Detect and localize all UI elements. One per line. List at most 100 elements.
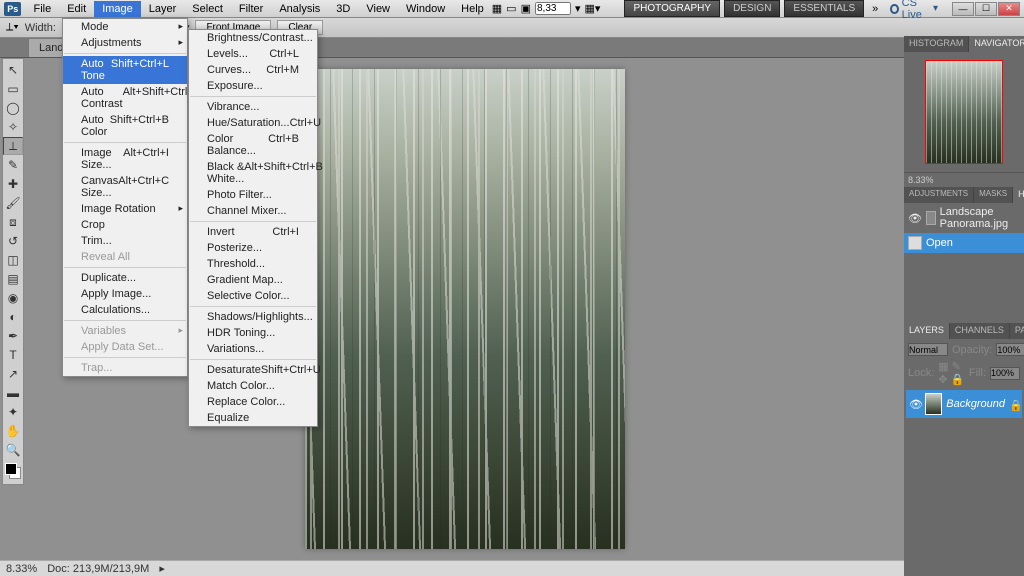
menu-edit[interactable]: Edit	[59, 1, 94, 17]
fill-input[interactable]	[990, 367, 1020, 380]
menuitem-exposure[interactable]: Exposure...	[189, 78, 317, 94]
minimize-button[interactable]: —	[952, 2, 974, 16]
menuitem-invert[interactable]: InvertCtrl+I	[189, 224, 317, 240]
menuitem-shadows-highlights[interactable]: Shadows/Highlights...	[189, 309, 317, 325]
path-tool-icon[interactable]: ↗	[3, 365, 23, 383]
lock-icons[interactable]: ▦ ✎ ✥ 🔒	[938, 360, 965, 386]
menu-view[interactable]: View	[358, 1, 398, 17]
tab-paths[interactable]: PATHS	[1010, 323, 1024, 339]
menuitem-hue-saturation[interactable]: Hue/Saturation...Ctrl+U	[189, 115, 317, 131]
marquee-tool-icon[interactable]: ▭	[3, 80, 23, 98]
gradient-tool-icon[interactable]: ▤	[3, 270, 23, 288]
menuitem-black-white[interactable]: Black & White...Alt+Shift+Ctrl+B	[189, 159, 317, 187]
history-step[interactable]: Open	[904, 233, 1024, 253]
history-brush-tool-icon[interactable]: ↺	[3, 232, 23, 250]
toolbar-icon[interactable]: ▭	[506, 2, 516, 15]
move-tool-icon[interactable]: ↖	[3, 61, 23, 79]
eye-icon[interactable]: 👁	[908, 212, 922, 225]
menuitem-crop[interactable]: Crop	[63, 217, 187, 233]
menu-file[interactable]: File	[25, 1, 59, 17]
menuitem-color-balance[interactable]: Color Balance...Ctrl+B	[189, 131, 317, 159]
cslive-button[interactable]: CS Live ▾	[886, 0, 942, 21]
toolbar-icon[interactable]: ▣	[521, 2, 531, 15]
stamp-tool-icon[interactable]: ⧈	[3, 213, 23, 231]
magic-wand-tool-icon[interactable]: ✧	[3, 118, 23, 136]
menu-filter[interactable]: Filter	[231, 1, 271, 17]
navigator-preview[interactable]	[904, 52, 1024, 172]
workspace-photography[interactable]: PHOTOGRAPHY	[624, 0, 720, 17]
shape-tool-icon[interactable]: ▬	[3, 384, 23, 402]
tab-layers[interactable]: LAYERS	[904, 323, 950, 339]
opacity-input[interactable]	[996, 343, 1024, 356]
hand-tool-icon[interactable]: ✋	[3, 422, 23, 440]
menuitem-levels[interactable]: Levels...Ctrl+L	[189, 46, 317, 62]
menuitem-auto-contrast[interactable]: Auto ContrastAlt+Shift+Ctrl+L	[63, 84, 187, 112]
menuitem-threshold[interactable]: Threshold...	[189, 256, 317, 272]
tab-history[interactable]: HISTORY	[1013, 187, 1024, 203]
eraser-tool-icon[interactable]: ◫	[3, 251, 23, 269]
dodge-tool-icon[interactable]: ◐	[3, 308, 23, 326]
tab-navigator[interactable]: NAVIGATOR	[969, 36, 1024, 52]
menuitem-auto-color[interactable]: Auto ColorShift+Ctrl+B	[63, 112, 187, 140]
menuitem-gradient-map[interactable]: Gradient Map...	[189, 272, 317, 288]
toolbar-icon[interactable]: ▦▾	[585, 2, 601, 15]
3d-tool-icon[interactable]: ✦	[3, 403, 23, 421]
menuitem-match-color[interactable]: Match Color...	[189, 378, 317, 394]
tab-masks[interactable]: MASKS	[974, 187, 1013, 203]
menuitem-variations[interactable]: Variations...	[189, 341, 317, 357]
toolbar-icon[interactable]: ▦	[492, 2, 502, 15]
menu-image[interactable]: Image	[94, 1, 141, 17]
menuitem-brightness-contrast[interactable]: Brightness/Contrast...	[189, 30, 317, 46]
menu-window[interactable]: Window	[398, 1, 453, 17]
type-tool-icon[interactable]: T	[3, 346, 23, 364]
menuitem-hdr-toning[interactable]: HDR Toning...	[189, 325, 317, 341]
menuitem-channel-mixer[interactable]: Channel Mixer...	[189, 203, 317, 219]
workspace-more-icon[interactable]: »	[868, 3, 882, 15]
menuitem-auto-tone[interactable]: Auto ToneShift+Ctrl+L	[63, 56, 187, 84]
menu-layer[interactable]: Layer	[141, 1, 185, 17]
tab-adjustments[interactable]: ADJUSTMENTS	[904, 187, 974, 203]
menuitem-desaturate[interactable]: DesaturateShift+Ctrl+U	[189, 362, 317, 378]
menuitem-selective-color[interactable]: Selective Color...	[189, 288, 317, 304]
zoom-input[interactable]	[535, 2, 571, 15]
menu-3d[interactable]: 3D	[328, 1, 358, 17]
crop-tool-icon[interactable]: ⟂	[3, 137, 23, 155]
history-snapshot[interactable]: 👁 Landscape Panorama.jpg	[904, 203, 1024, 233]
tab-channels[interactable]: CHANNELS	[950, 323, 1010, 339]
menuitem-calculations[interactable]: Calculations...	[63, 302, 187, 318]
menuitem-image-size[interactable]: Image Size...Alt+Ctrl+I	[63, 145, 187, 173]
menuitem-posterize[interactable]: Posterize...	[189, 240, 317, 256]
brush-tool-icon[interactable]: 🖌	[3, 194, 23, 212]
healing-tool-icon[interactable]: ✚	[3, 175, 23, 193]
menuitem-canvas-size[interactable]: Canvas Size...Alt+Ctrl+C	[63, 173, 187, 201]
color-swatch[interactable]	[5, 463, 21, 479]
blur-tool-icon[interactable]: ◉	[3, 289, 23, 307]
layer-row[interactable]: 👁 Background 🔒	[906, 390, 1022, 418]
toolbar-icon[interactable]: ▾	[575, 2, 581, 15]
close-button[interactable]: ✕	[998, 2, 1020, 16]
maximize-button[interactable]: ☐	[975, 2, 997, 16]
menuitem-adjustments[interactable]: Adjustments	[63, 35, 187, 51]
zoom-tool-icon[interactable]: 🔍	[3, 441, 23, 459]
menuitem-equalize[interactable]: Equalize	[189, 410, 317, 426]
menu-select[interactable]: Select	[184, 1, 231, 17]
lasso-tool-icon[interactable]: ◯	[3, 99, 23, 117]
blend-mode-select[interactable]	[908, 343, 948, 356]
menu-help[interactable]: Help	[453, 1, 492, 17]
eyedropper-tool-icon[interactable]: ✎	[3, 156, 23, 174]
menuitem-vibrance[interactable]: Vibrance...	[189, 99, 317, 115]
menuitem-photo-filter[interactable]: Photo Filter...	[189, 187, 317, 203]
tab-histogram[interactable]: HISTOGRAM	[904, 36, 969, 52]
menuitem-duplicate[interactable]: Duplicate...	[63, 270, 187, 286]
menu-analysis[interactable]: Analysis	[271, 1, 328, 17]
pen-tool-icon[interactable]: ✒	[3, 327, 23, 345]
menuitem-apply-image[interactable]: Apply Image...	[63, 286, 187, 302]
menuitem-mode[interactable]: Mode	[63, 19, 187, 35]
menuitem-replace-color[interactable]: Replace Color...	[189, 394, 317, 410]
menuitem-trim[interactable]: Trim...	[63, 233, 187, 249]
workspace-design[interactable]: DESIGN	[724, 0, 780, 17]
document-canvas[interactable]	[305, 69, 625, 549]
eye-icon[interactable]: 👁	[909, 398, 921, 410]
workspace-essentials[interactable]: ESSENTIALS	[784, 0, 864, 17]
menuitem-curves[interactable]: Curves...Ctrl+M	[189, 62, 317, 78]
